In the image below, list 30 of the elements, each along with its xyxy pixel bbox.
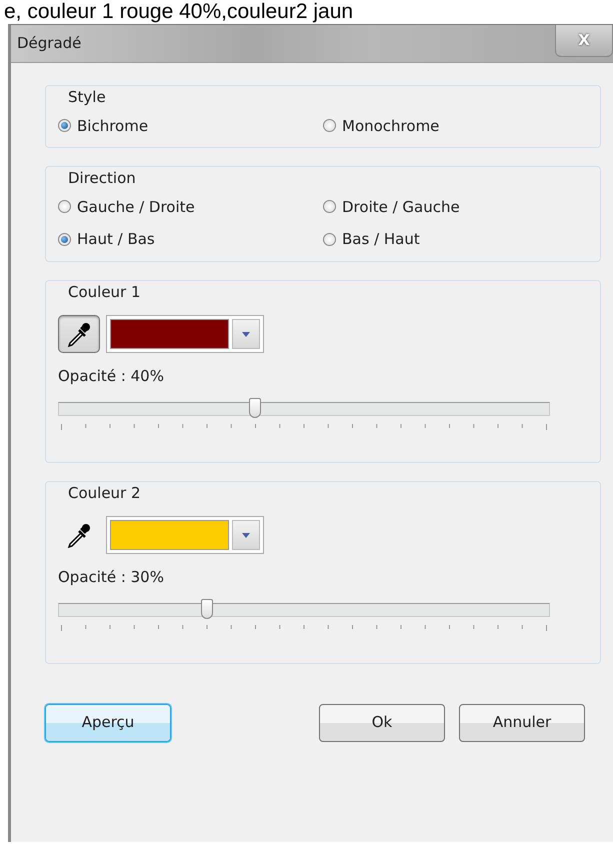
color-dropdown[interactable] (106, 516, 264, 554)
radio-option[interactable]: Monochrome (323, 114, 588, 137)
eyedropper-icon (66, 522, 92, 548)
radio-option[interactable]: Bas / Haut (323, 228, 588, 250)
opacity-label: Opacité : 30% (58, 567, 165, 588)
radio-option[interactable]: Gauche / Droite (58, 196, 323, 218)
window-title: Dégradé (17, 33, 82, 54)
eyedropper-icon (66, 321, 92, 347)
radio-option[interactable]: Bichrome (58, 114, 323, 137)
slider-track[interactable] (58, 402, 550, 416)
caret-icon (242, 532, 250, 538)
dialog-button[interactable]: Ok (319, 704, 445, 742)
radio-indicator[interactable] (323, 232, 336, 246)
color-dropdown[interactable] (106, 315, 264, 353)
caption-text: e, couleur 1 rouge 40%,couleur2 jaun (3, 0, 354, 24)
opacity-label: Opacité : 40% (58, 366, 165, 387)
radio-indicator[interactable] (58, 232, 71, 246)
radio-indicator[interactable] (323, 200, 336, 214)
caret-icon (242, 332, 250, 336)
dialog-button[interactable]: Annuler (459, 704, 585, 742)
eyedropper-button[interactable] (58, 315, 100, 353)
radio-indicator[interactable] (323, 119, 336, 132)
slider-thumb[interactable] (200, 598, 213, 618)
radio-option[interactable]: Droite / Gauche (323, 196, 588, 218)
slider-thumb[interactable] (249, 398, 262, 418)
radio-indicator[interactable] (58, 200, 71, 214)
radio-indicator[interactable] (58, 119, 71, 132)
radio-option[interactable]: Haut / Bas (58, 228, 323, 250)
slider-track[interactable] (58, 602, 550, 616)
dialog-button[interactable]: Aperçu (45, 704, 171, 742)
